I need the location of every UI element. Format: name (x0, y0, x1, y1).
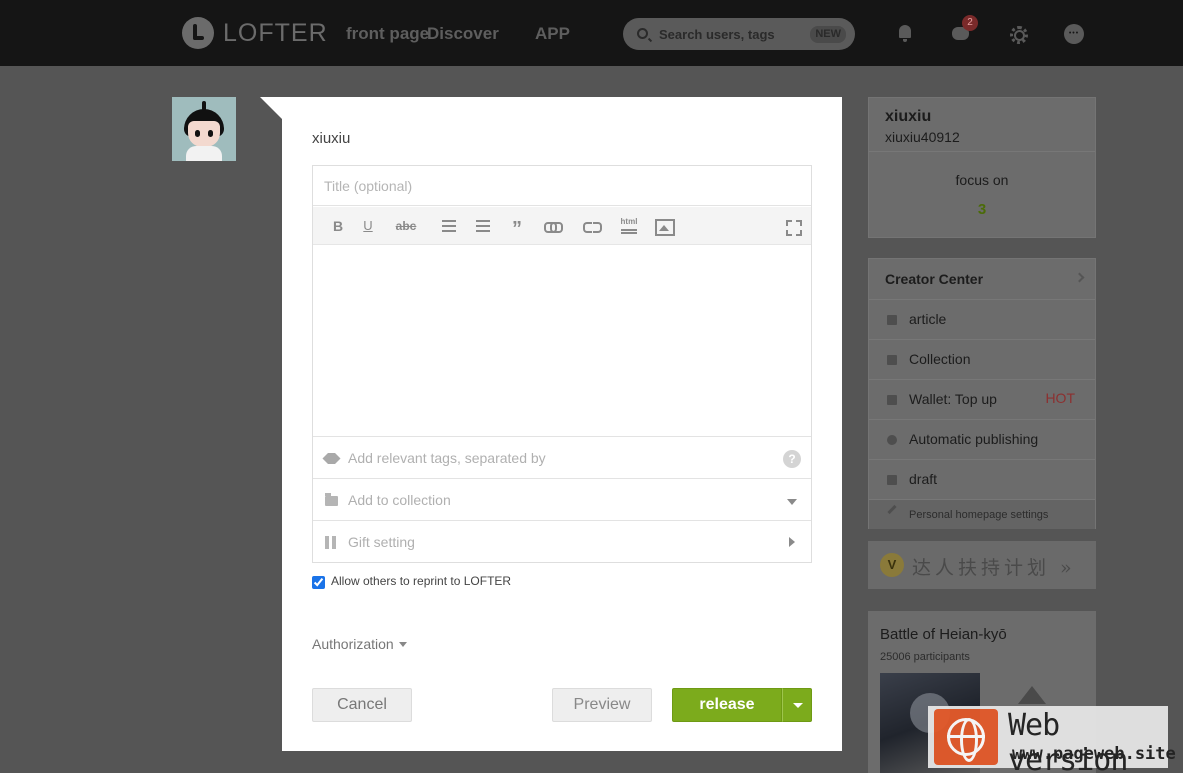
post-content-area[interactable] (313, 246, 811, 437)
nav-discover[interactable]: Discover (427, 24, 499, 44)
chevron-down-icon[interactable] (787, 499, 797, 505)
globe-logo-icon (934, 709, 998, 765)
divider (869, 151, 1095, 152)
avatar-body (186, 146, 222, 161)
gift-setting-row[interactable]: Gift setting (313, 522, 811, 563)
numbered-list-icon[interactable] (475, 217, 491, 235)
globe-icon (947, 718, 985, 762)
authorization-label: Authorization (312, 636, 394, 652)
creator-item-automatic-publishing[interactable]: Automatic publishing (869, 419, 1095, 459)
support-program-banner[interactable]: V 达人扶持计划 » (868, 541, 1096, 589)
web-version-watermark: Web version www.pageweb.site (928, 706, 1176, 773)
avatar-face (188, 121, 220, 147)
menu-item-label: draft (909, 471, 938, 487)
focus-count[interactable]: 3 (869, 201, 1095, 218)
activity-emblem-icon (1018, 686, 1048, 706)
logo-text: LOFTER (223, 18, 328, 47)
tag-icon (322, 449, 340, 467)
fullscreen-icon[interactable] (785, 217, 802, 236)
menu-item-label: Collection (909, 351, 971, 367)
activity-title[interactable]: Battle of Heian-kyō (880, 626, 1007, 643)
gear-icon[interactable] (1008, 24, 1028, 44)
underline-button[interactable]: U (361, 217, 375, 235)
collection-row[interactable]: Add to collection (313, 480, 811, 521)
release-button[interactable]: release (672, 688, 782, 722)
preview-button[interactable]: Preview (552, 688, 652, 722)
nav-front-page[interactable]: front page (346, 24, 429, 44)
creator-item-article[interactable]: article (869, 299, 1095, 339)
image-icon[interactable] (654, 217, 675, 236)
bell-icon[interactable] (896, 24, 916, 44)
personal-homepage-settings[interactable]: Personal homepage settings (869, 499, 1095, 529)
reprint-checkbox[interactable] (312, 576, 325, 589)
avatar[interactable] (172, 97, 236, 161)
collection-label: Add to collection (348, 492, 451, 508)
creator-center-card: Creator Center article Collection Wallet… (868, 258, 1096, 529)
editor-box: B U abc ” html ? Add to collection Gift … (312, 165, 812, 563)
chevron-right-icon[interactable] (1074, 272, 1085, 283)
lofter-logo-icon (182, 17, 214, 49)
menu-item-label: article (909, 311, 947, 327)
settings-label: Personal homepage settings (909, 509, 1049, 521)
cancel-button[interactable]: Cancel (312, 688, 412, 722)
folder-icon (887, 355, 897, 365)
reprint-label: Allow others to reprint to LOFTER (331, 573, 512, 588)
post-editor-panel: xiuxiu B U abc ” html ? Add to collectio… (282, 97, 842, 751)
tags-row[interactable]: ? (313, 438, 811, 479)
activity-participants: 25006 participants (880, 651, 970, 663)
unlink-icon[interactable] (583, 217, 602, 235)
title-input[interactable] (313, 166, 811, 206)
gift-setting-label: Gift setting (348, 534, 415, 550)
nav-app[interactable]: APP (535, 24, 570, 44)
lofter-logo[interactable]: LOFTER (182, 17, 328, 49)
authorization-dropdown[interactable]: Authorization (312, 636, 407, 652)
profile-id: xiuxiu40912 (885, 129, 960, 145)
reprint-option[interactable]: Allow others to reprint to LOFTER (312, 573, 512, 589)
new-badge: NEW (810, 26, 846, 43)
message-count-badge: 2 (962, 15, 978, 31)
hot-badge: HOT (1045, 390, 1075, 406)
strikethrough-button[interactable]: abc (393, 217, 419, 235)
help-icon[interactable]: ? (783, 450, 801, 468)
editor-username: xiuxiu (312, 130, 351, 147)
formatting-toolbar: B U abc ” html (313, 207, 811, 245)
creator-item-wallet[interactable]: Wallet: Top up HOT (869, 379, 1095, 419)
avatar-eye-left (195, 130, 200, 137)
wrench-icon (887, 504, 897, 515)
creator-item-collection[interactable]: Collection (869, 339, 1095, 379)
creator-center-title[interactable]: Creator Center (885, 271, 983, 287)
list-icon (887, 315, 897, 325)
top-navigation-bar: LOFTER front page Discover APP NEW 2 (0, 0, 1183, 66)
bold-button[interactable]: B (331, 217, 345, 235)
wallet-icon (887, 395, 897, 405)
folder-icon (325, 493, 338, 506)
quote-button[interactable]: ” (509, 217, 525, 240)
avatar-eye-right (208, 130, 213, 137)
draft-icon (887, 475, 897, 485)
search-input[interactable] (659, 25, 809, 43)
panel-notch (260, 97, 282, 119)
tags-input[interactable] (348, 448, 768, 468)
release-options-button[interactable] (782, 688, 812, 722)
gift-icon (325, 536, 336, 549)
search-box[interactable]: NEW (623, 18, 855, 50)
watermark-url: www.pageweb.site (1012, 744, 1176, 764)
banner-text: 达人扶持计划 » (912, 557, 1076, 579)
focus-label[interactable]: focus on (869, 172, 1095, 188)
more-icon[interactable] (1064, 24, 1084, 44)
link-icon[interactable] (543, 217, 563, 235)
profile-card: xiuxiu xiuxiu40912 focus on 3 (868, 97, 1096, 238)
search-icon (637, 28, 648, 39)
menu-item-label: Wallet: Top up (909, 391, 997, 407)
creator-item-draft[interactable]: draft (869, 459, 1095, 499)
html-button[interactable]: html (618, 217, 640, 235)
profile-name[interactable]: xiuxiu (885, 108, 931, 126)
menu-item-label: Automatic publishing (909, 431, 1039, 447)
chevron-right-icon[interactable] (789, 537, 795, 547)
caret-down-icon (398, 641, 407, 647)
verified-badge-icon: V (880, 553, 904, 577)
bulleted-list-icon[interactable] (441, 217, 457, 235)
clock-icon (887, 435, 897, 445)
